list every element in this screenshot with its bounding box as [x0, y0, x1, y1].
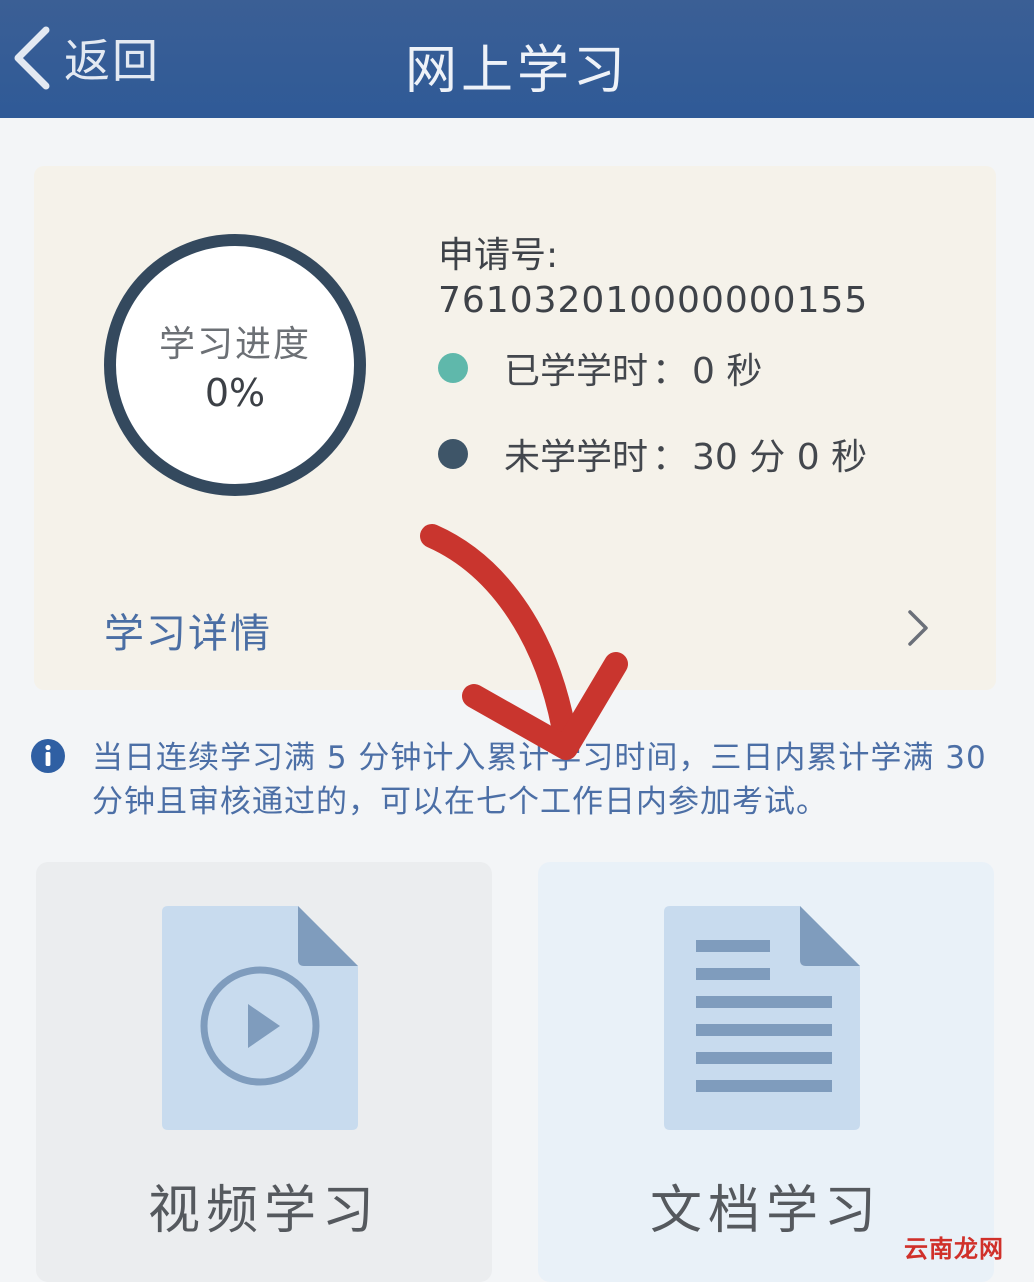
studied-hours-row: 已学学时 ： 0 秒	[438, 342, 978, 394]
studied-hours-colon: ：	[652, 351, 689, 392]
studied-hours-value: 0 秒	[692, 351, 763, 392]
video-study-label: 视频学习	[147, 1181, 380, 1241]
studied-hours-label: 已学学时	[504, 351, 649, 392]
remaining-legend-dot	[438, 439, 468, 469]
progress-percent: 0%	[204, 371, 266, 415]
info-icon	[30, 738, 66, 774]
top-nav-bar: 返回 网上学习	[0, 0, 1034, 118]
remaining-hours-colon: ：	[652, 437, 689, 478]
remaining-hours-label: 未学学时	[504, 437, 649, 478]
chevron-right-icon	[906, 608, 930, 652]
video-file-icon	[162, 906, 362, 1136]
progress-ring-title: 学习进度	[158, 324, 311, 365]
remaining-hours-row: 未学学时 ： 30 分 0 秒	[438, 428, 978, 480]
application-number: 761032010000000155	[438, 280, 869, 321]
remaining-hours-value: 30 分 0 秒	[692, 437, 868, 478]
studied-legend-dot	[438, 353, 468, 383]
video-study-button[interactable]: 视频学习	[36, 862, 492, 1282]
watermark-logo: 云南龙网	[904, 1235, 1004, 1263]
progress-card: 学习进度 0% 申请号: 761032010000000155 已学学时 ： 0…	[34, 166, 996, 690]
study-details-link[interactable]: 学习详情	[104, 602, 930, 658]
progress-ring: 学习进度 0%	[104, 234, 366, 496]
application-info: 申请号: 761032010000000155 已学学时 ： 0 秒 未学学时 …	[438, 234, 978, 480]
study-details-label: 学习详情	[104, 611, 272, 657]
notice-text: 当日连续学习满 5 分钟计入累计学习时间，三日内累计学满 30 分钟且审核通过的…	[92, 740, 987, 820]
application-number-label: 申请号:	[438, 235, 559, 276]
document-file-icon	[664, 906, 864, 1136]
document-study-button[interactable]: 文档学习	[538, 862, 994, 1282]
study-rules-notice: 当日连续学习满 5 分钟计入累计学习时间，三日内累计学满 30 分钟且审核通过的…	[30, 736, 1000, 824]
page-title: 网上学习	[404, 41, 629, 101]
